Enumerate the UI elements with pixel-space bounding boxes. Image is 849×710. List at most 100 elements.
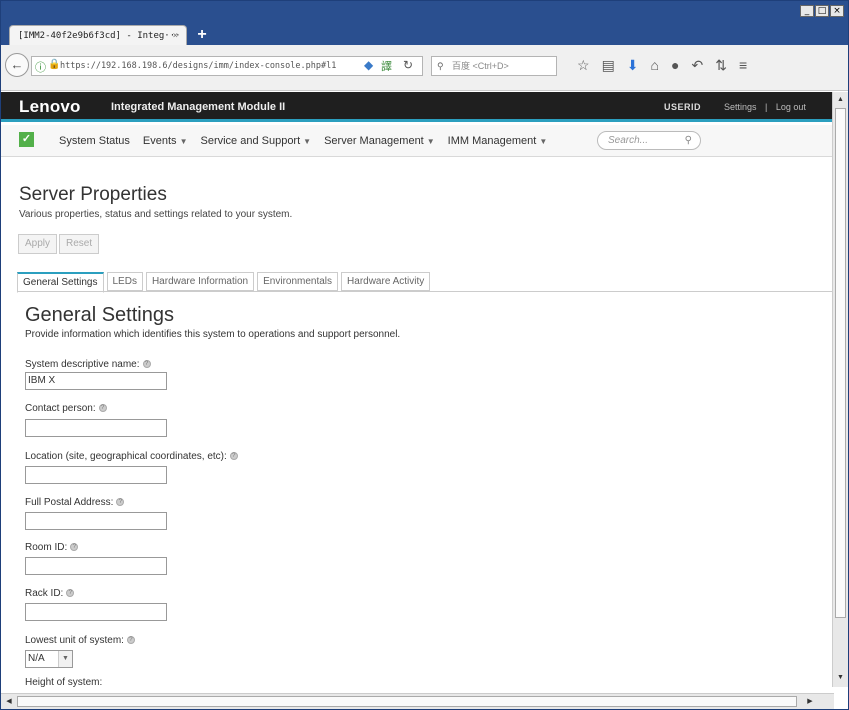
- lowest-unit-label: Lowest unit of system:?: [25, 635, 135, 646]
- tools-icon[interactable]: ⇅: [715, 57, 727, 74]
- reset-button[interactable]: Reset: [59, 234, 100, 254]
- scroll-up-icon[interactable]: ▲: [835, 94, 846, 106]
- lowest-unit-select[interactable]: N/A ▼: [25, 650, 73, 668]
- minimize-button[interactable]: _: [800, 5, 814, 17]
- field-label-text: Room ID:: [25, 542, 68, 553]
- field-label-text: Lowest unit of system:: [25, 635, 124, 646]
- postal-address-input[interactable]: [25, 512, 167, 530]
- search-icon[interactable]: ⚲: [685, 132, 692, 149]
- system-name-input[interactable]: IBM X: [25, 372, 167, 390]
- page-title: Server Properties: [19, 184, 167, 205]
- tab-close-icon[interactable]: ×: [173, 26, 178, 46]
- postal-address-label: Full Postal Address:?: [25, 497, 125, 508]
- tab-hardware-information[interactable]: Hardware Information: [145, 272, 255, 291]
- field-label-text: Full Postal Address:: [25, 497, 114, 508]
- title-bar: _ □ × [IMM2-40f2e9b6f3cd] - Integ··· × +: [1, 1, 848, 46]
- brand-logo[interactable]: Lenovo: [19, 97, 81, 117]
- room-id-label: Room ID:?: [25, 542, 79, 553]
- menu-imm-management[interactable]: IMM Management ▼: [448, 135, 548, 147]
- horizontal-scrollbar[interactable]: ◀ ▶: [1, 693, 834, 709]
- window-controls: _ □ ×: [800, 5, 844, 17]
- tab-hardware-activity[interactable]: Hardware Activity: [341, 272, 431, 291]
- menu-label: System Status: [59, 135, 130, 147]
- menu-bar: ✓ System Status Events ▼ Service and Supp…: [1, 125, 832, 157]
- tab-environmentals[interactable]: Environmentals: [257, 272, 339, 291]
- menu-server-management[interactable]: Server Management ▼: [324, 135, 435, 147]
- translate-icon[interactable]: 譯: [381, 58, 392, 74]
- help-icon[interactable]: ?: [229, 452, 238, 461]
- location-input[interactable]: [25, 466, 167, 484]
- scroll-left-icon[interactable]: ◀: [3, 696, 15, 707]
- help-icon[interactable]: ?: [70, 543, 79, 552]
- rack-id-label: Rack ID:?: [25, 588, 75, 599]
- scroll-right-icon[interactable]: ▶: [804, 696, 816, 707]
- help-icon[interactable]: ?: [126, 636, 135, 645]
- new-tab-button[interactable]: +: [193, 25, 211, 45]
- field-label-text: Rack ID:: [25, 588, 64, 599]
- room-id-input[interactable]: [25, 557, 167, 575]
- properties-tabs: General Settings LEDs Hardware Informati…: [17, 272, 433, 293]
- field-label-text: Contact person:: [25, 403, 96, 414]
- menu-label: IMM Management: [447, 135, 537, 147]
- close-window-button[interactable]: ×: [830, 5, 844, 17]
- status-check-icon: ✓: [19, 132, 34, 147]
- system-name-label: System descriptive name:?: [25, 359, 151, 370]
- rack-id-input[interactable]: [25, 603, 167, 621]
- help-icon[interactable]: ?: [98, 404, 107, 413]
- logout-link[interactable]: Log out: [776, 102, 806, 112]
- chevron-down-icon: ▼: [58, 651, 72, 667]
- header-separator: |: [765, 102, 768, 112]
- horizontal-scroll-thumb[interactable]: [17, 696, 797, 707]
- vertical-scrollbar[interactable]: ▲ ▼: [832, 92, 848, 687]
- contact-person-label: Contact person:?: [25, 403, 107, 414]
- help-icon[interactable]: ?: [66, 589, 75, 598]
- undo-icon[interactable]: ↶: [691, 57, 703, 74]
- scroll-down-icon[interactable]: ▼: [835, 672, 846, 684]
- chevron-down-icon: ▼: [179, 137, 188, 146]
- tab-title: [IMM2-40f2e9b6f3cd] - Integ···: [18, 31, 181, 41]
- vertical-scroll-thumb[interactable]: [835, 108, 846, 618]
- menu-label: Events: [142, 135, 177, 147]
- shield-icon[interactable]: ◆: [364, 58, 373, 72]
- menu-system-status[interactable]: System Status: [59, 135, 130, 147]
- chevron-down-icon: ▼: [539, 137, 548, 146]
- height-label-partial: Height of system:: [25, 677, 103, 687]
- apply-button[interactable]: Apply: [18, 234, 58, 254]
- star-icon[interactable]: ☆: [577, 57, 590, 74]
- reading-list-icon[interactable]: ▤: [602, 57, 615, 74]
- site-info-icon[interactable]: ⓘ: [35, 59, 46, 75]
- tab-general-settings[interactable]: General Settings: [17, 272, 104, 293]
- browser-tab[interactable]: [IMM2-40f2e9b6f3cd] - Integ··· ×: [9, 25, 187, 46]
- field-label-text: System descriptive name:: [25, 359, 140, 370]
- maximize-button[interactable]: □: [815, 5, 829, 17]
- toolbar-icons: ☆ ▤ ⬇ ⌂ ● ↶ ⇅ ≡: [577, 57, 747, 74]
- menu-service-support[interactable]: Service and Support ▼: [200, 135, 311, 147]
- navigation-bar: ← https://192.168.198.6/designs/imm/inde…: [1, 45, 848, 91]
- location-label: Location (site, geographical coordinates…: [25, 451, 238, 462]
- header-links: Settings | Log out: [721, 102, 809, 112]
- chevron-down-icon: ▼: [303, 137, 312, 146]
- browser-search-input[interactable]: ⚲ 百度 <Ctrl+D>: [431, 56, 557, 76]
- product-name: Integrated Management Module II: [111, 101, 286, 113]
- settings-link[interactable]: Settings: [724, 102, 757, 112]
- chevron-down-icon: ▼: [426, 137, 435, 146]
- reload-icon[interactable]: ↻: [403, 58, 413, 72]
- imm-search-input[interactable]: Search... ⚲: [597, 131, 701, 150]
- chat-icon[interactable]: ●: [671, 57, 679, 74]
- home-icon[interactable]: ⌂: [651, 57, 659, 74]
- search-placeholder: 百度 <Ctrl+D>: [452, 61, 509, 71]
- field-label-text: Location (site, geographical coordinates…: [25, 451, 227, 462]
- download-icon[interactable]: ⬇: [627, 57, 639, 74]
- page-subtitle: Various properties, status and settings …: [19, 209, 293, 220]
- section-description: Provide information which identifies thi…: [25, 329, 401, 340]
- menu-label: Server Management: [324, 135, 424, 147]
- help-icon[interactable]: ?: [116, 498, 125, 507]
- back-button[interactable]: ←: [5, 53, 29, 77]
- imm-search-placeholder: Search...: [608, 135, 649, 146]
- tab-leds[interactable]: LEDs: [106, 272, 143, 291]
- menu-events[interactable]: Events ▼: [143, 135, 188, 147]
- contact-person-input[interactable]: [25, 419, 167, 437]
- menu-icon[interactable]: ≡: [739, 57, 747, 74]
- help-icon[interactable]: ?: [142, 360, 151, 369]
- page-viewport: Lenovo Integrated Management Module II U…: [1, 92, 832, 687]
